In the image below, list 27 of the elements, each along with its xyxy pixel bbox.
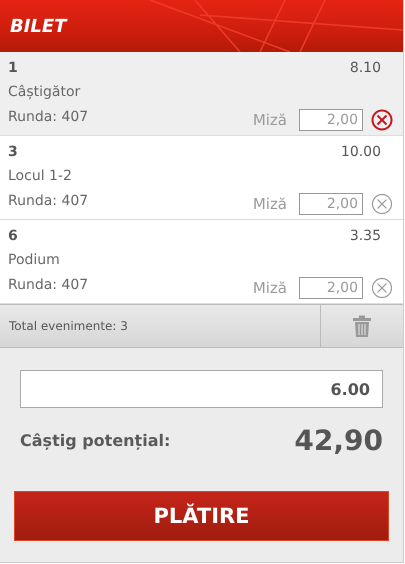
stake-label: Miză [252,194,287,213]
potential-win-value: 42,90 [294,424,383,457]
remove-icon[interactable] [371,192,393,215]
bet-number: 1 [8,60,19,78]
odds-value: 3.35 [348,228,382,246]
remove-icon[interactable] [371,276,393,299]
odds-value: 8.10 [348,60,382,78]
odds-value: 10.00 [340,144,382,162]
bet-row[interactable]: 3 10.00 Locul 1-2 Runda: 407 Miză 2,00 [0,136,403,220]
bet-number: 6 [8,228,19,246]
trash-icon[interactable] [353,315,371,337]
round-label: Runda: 407 [8,108,90,127]
selection-name: Locul 1-2 [8,168,73,186]
stake-label: Miză [252,110,287,129]
potential-win-label: Câștig potențial: [20,431,170,450]
selection-name: Podium [8,252,61,270]
selection-name: Câștigător [8,84,82,102]
total-stake-field[interactable]: 6.00 [20,370,383,408]
bet-number: 3 [8,144,19,162]
round-label: Runda: 407 [8,192,90,211]
remove-icon[interactable] [371,108,393,131]
bet-row[interactable]: 6 3.35 Podium Runda: 407 Miză 2,00 [0,220,403,304]
pay-button[interactable]: PLĂTIRE [14,491,389,541]
round-label: Runda: 407 [8,276,90,295]
stake-label: Miză [252,278,287,297]
header-title: BILET [10,16,66,36]
total-events: Total evenimente: 3 [8,318,129,335]
